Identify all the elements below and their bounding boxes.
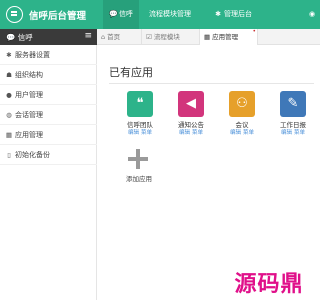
app-tile-daily-report[interactable]: ✎ 工作日报 编辑 菜单 — [272, 91, 314, 143]
sidebar: 💬 信呼 ≡ ✱ 服务器设置 ☗ 组织结构 ● 用户管理 ◍ 会话管理 ▦ 应用管理 ▯ 初… — [0, 29, 97, 300]
globe-icon: ◉ — [308, 10, 316, 18]
user-icon: ● — [6, 91, 12, 99]
hamburger-icon[interactable]: ≡ — [84, 31, 92, 41]
sidebar-item-init-backup[interactable]: ▯ 初始化备份 — [0, 145, 97, 165]
edit-icon: ✎ — [280, 91, 306, 117]
add-app-button[interactable]: 添加应用 — [119, 149, 159, 185]
menu-link[interactable]: 菜单 — [243, 130, 254, 136]
topnav-item-xinhu[interactable]: 💬信呼 — [103, 0, 139, 29]
topnav-item-admin[interactable]: ✱ 管理后台 — [214, 0, 252, 29]
menu-link[interactable]: 菜单 — [192, 130, 203, 136]
close-icon[interactable]: • — [252, 24, 256, 40]
tab-bar: ⌂ 首页 ☑ 流程模块 ▦ 应用管理 • — [97, 28, 320, 45]
people-icon: ⚇ — [229, 91, 255, 117]
chat-icon: 💬 — [6, 33, 16, 42]
edit-link[interactable]: 编辑 — [179, 130, 190, 136]
speaker-icon: ◀ — [178, 91, 204, 117]
sidebar-title: 信呼 — [17, 33, 33, 42]
edit-link[interactable]: 编辑 — [230, 130, 241, 136]
gear-icon: ✱ — [215, 10, 221, 18]
sidebar-item-server-settings[interactable]: ✱ 服务器设置 — [0, 45, 97, 65]
plus-icon — [128, 149, 148, 169]
chat-icon: ◍ — [6, 111, 12, 119]
menu-circle-icon — [6, 6, 23, 23]
chat-icon: 💬 — [109, 10, 118, 18]
brand-title: 信呼后台管理 — [29, 11, 87, 22]
tab-home[interactable]: ⌂ 首页 — [97, 29, 142, 45]
sidebar-item-app-management[interactable]: ▦ 应用管理 — [0, 125, 97, 145]
sidebar-item-org-structure[interactable]: ☗ 组织结构 — [0, 65, 97, 85]
org-icon: ☗ — [6, 71, 12, 79]
app-tile-meeting[interactable]: ⚇ 会议 编辑 菜单 — [221, 91, 263, 143]
divider — [109, 83, 314, 84]
sidebar-item-user-management[interactable]: ● 用户管理 — [0, 85, 97, 105]
edit-link[interactable]: 编辑 — [281, 130, 292, 136]
edit-link[interactable]: 编辑 — [128, 130, 139, 136]
checkbox-icon: ☑ — [146, 33, 152, 41]
menu-link[interactable]: 菜单 — [294, 130, 305, 136]
menu-link[interactable]: 菜单 — [141, 130, 152, 136]
brand: 信呼后台管理 — [0, 0, 100, 29]
topnav-item-more[interactable]: ◉ — [308, 0, 318, 29]
speech-bubble-icon: ❝ — [127, 91, 153, 117]
grid-icon: ▦ — [204, 33, 211, 41]
tab-flow-module[interactable]: ☑ 流程模块 — [142, 29, 200, 45]
top-bar: 信呼后台管理 💬信呼 流程模块管理 ✱ 管理后台 ◉ — [0, 0, 320, 29]
page-title: 已有应用 — [109, 66, 153, 79]
app-tile-notice[interactable]: ◀ 通知公告 编辑 菜单 — [170, 91, 212, 143]
grid-icon: ▦ — [5, 131, 13, 139]
gear-icon: ✱ — [6, 51, 12, 59]
bookmark-icon: ▯ — [7, 151, 11, 159]
tab-app-management[interactable]: ▦ 应用管理 • — [200, 28, 258, 45]
home-icon: ⌂ — [101, 33, 106, 41]
topnav-item-flow-module[interactable]: 流程模块管理 — [149, 0, 191, 29]
sidebar-header: 💬 信呼 ≡ — [0, 29, 97, 45]
main-content: 已有应用 ❝ 信呼团队 编辑 菜单 ◀ 通知公告 编辑 菜单 ⚇ 会议 编辑 菜单 ✎… — [97, 45, 320, 300]
sidebar-item-session-management[interactable]: ◍ 会话管理 — [0, 105, 97, 125]
app-tile-xinhu-team[interactable]: ❝ 信呼团队 编辑 菜单 — [119, 91, 161, 143]
watermark: 源码鼎 — [234, 271, 304, 297]
